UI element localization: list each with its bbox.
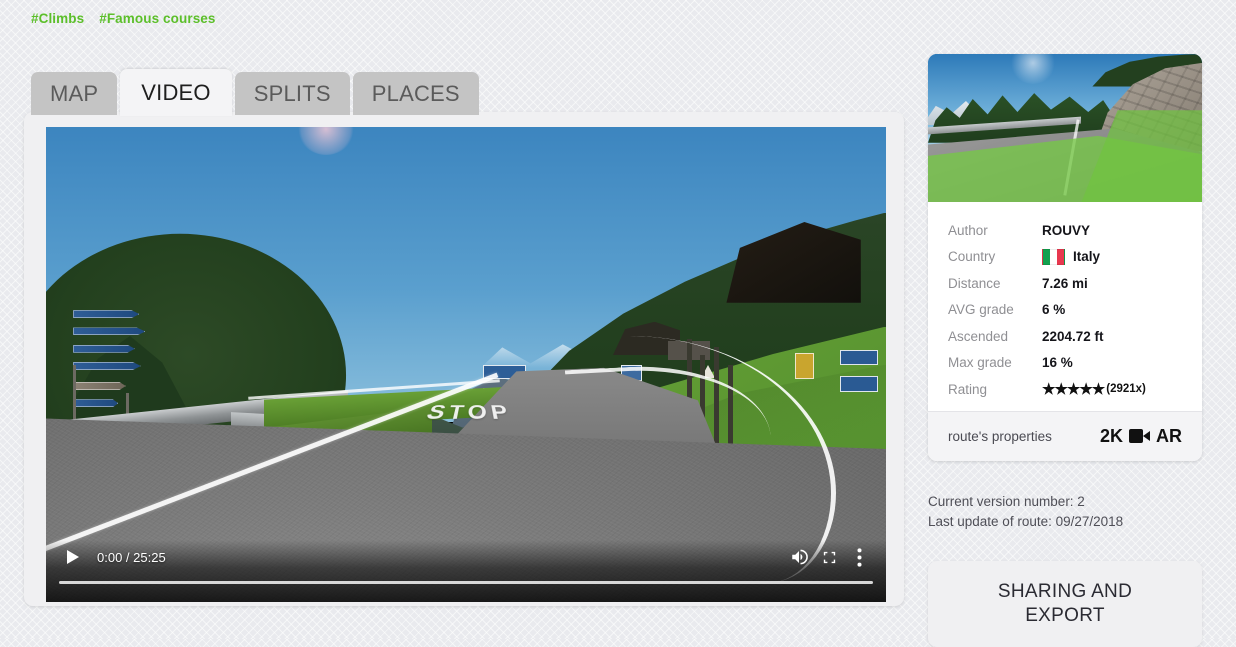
stat-value-author: ROUVY xyxy=(1042,222,1091,238)
stat-label-author: Author xyxy=(948,222,988,238)
country-name: Italy xyxy=(1073,249,1101,265)
more-options-button[interactable] xyxy=(844,542,874,572)
video-progress-bar[interactable] xyxy=(59,581,873,584)
current-version-text: Current version number: 2 xyxy=(928,493,1085,509)
hashtag-row: #Climbs #Famous courses xyxy=(31,11,216,26)
video-frame: STOP xyxy=(46,127,886,602)
route-properties-label: route's properties xyxy=(948,428,1052,444)
route-sidebar: Author ROUVY Country Italy Distance 7.26… xyxy=(928,54,1202,647)
volume-icon xyxy=(792,549,808,565)
rating-stars-icon: ★★★★★ xyxy=(1042,381,1105,399)
video-camera-icon xyxy=(1129,429,1150,443)
sharing-and-export-title: SHARING AND EXPORT xyxy=(998,580,1132,628)
stat-row-distance: Distance 7.26 mi xyxy=(948,270,1182,297)
badge-ar: AR xyxy=(1156,425,1182,446)
stop-road-marking: STOP xyxy=(421,402,517,425)
video-controls-row: 0:00 / 25:25 xyxy=(46,540,886,574)
route-stats-list: Author ROUVY Country Italy Distance 7.26… xyxy=(928,202,1202,411)
stat-label-max-grade: Max grade xyxy=(948,355,1012,371)
stat-value-ascended: 2204.72 ft xyxy=(1042,328,1104,344)
fullscreen-icon xyxy=(823,551,835,563)
play-icon xyxy=(67,550,79,564)
stat-row-author: Author ROUVY xyxy=(948,217,1182,244)
stat-label-country: Country xyxy=(948,249,996,265)
stat-label-distance: Distance xyxy=(948,275,1001,291)
stat-label-ascended: Ascended xyxy=(948,328,1009,344)
tab-splits[interactable]: SPLITS xyxy=(234,72,350,115)
route-thumbnail[interactable] xyxy=(928,54,1202,202)
video-panel: STOP 0:00 / 25:25 xyxy=(24,112,904,606)
route-info-card: Author ROUVY Country Italy Distance 7.26… xyxy=(928,54,1202,461)
stat-value-max-grade: 16 % xyxy=(1042,355,1073,371)
stat-label-rating: Rating xyxy=(948,381,988,397)
stat-row-rating: Rating ★★★★★ (2921x) xyxy=(948,376,1182,403)
route-property-badges: 2K AR xyxy=(1100,426,1182,447)
stat-row-country: Country Italy xyxy=(948,244,1182,271)
stat-row-max-grade: Max grade 16 % xyxy=(948,350,1182,377)
road-sign-right-upper xyxy=(839,350,878,366)
road-sign-yellow xyxy=(795,352,814,379)
more-options-icon xyxy=(856,547,862,567)
sharing-title-line1: SHARING AND xyxy=(997,580,1133,602)
sharing-and-export-card[interactable]: SHARING AND EXPORT xyxy=(928,560,1202,647)
stat-label-avg-grade: AVG grade xyxy=(948,302,1014,318)
volume-button[interactable] xyxy=(784,542,814,572)
sharing-title-line2: EXPORT xyxy=(1025,604,1105,626)
video-time-display: 0:00 / 25:25 xyxy=(97,549,166,565)
tab-map[interactable]: MAP xyxy=(31,72,118,115)
rating-count: (2921x) xyxy=(1106,383,1146,396)
road-sign-right-lower xyxy=(839,376,878,392)
version-info: Current version number: 2 Last update of… xyxy=(928,492,1202,533)
badge-resolution-2k: 2K xyxy=(1099,425,1123,446)
video-control-bar: 0:00 / 25:25 xyxy=(46,540,886,602)
tab-video[interactable]: VIDEO xyxy=(120,69,232,116)
stat-value-rating: ★★★★★ (2921x) xyxy=(1042,380,1146,398)
stat-value-avg-grade: 6 % xyxy=(1042,302,1066,318)
route-properties-footer: route's properties 2K AR xyxy=(928,410,1202,461)
tab-places[interactable]: PLACES xyxy=(352,72,479,115)
hashtag-famous-courses[interactable]: #Famous courses xyxy=(99,11,215,26)
italy-flag-icon xyxy=(1042,248,1065,265)
stat-value-country: Italy xyxy=(1042,248,1101,265)
stat-row-avg-grade: AVG grade 6 % xyxy=(948,297,1182,324)
play-button[interactable] xyxy=(58,542,88,572)
stat-value-distance: 7.26 mi xyxy=(1042,275,1088,291)
fullscreen-button[interactable] xyxy=(814,542,844,572)
stat-row-ascended: Ascended 2204.72 ft xyxy=(948,323,1182,350)
last-update-text: Last update of route: 09/27/2018 xyxy=(928,514,1124,530)
video-player[interactable]: STOP 0:00 / 25:25 xyxy=(46,127,886,602)
hashtag-climbs[interactable]: #Climbs xyxy=(31,11,84,26)
tab-bar: MAP VIDEO SPLITS PLACES xyxy=(31,69,482,116)
